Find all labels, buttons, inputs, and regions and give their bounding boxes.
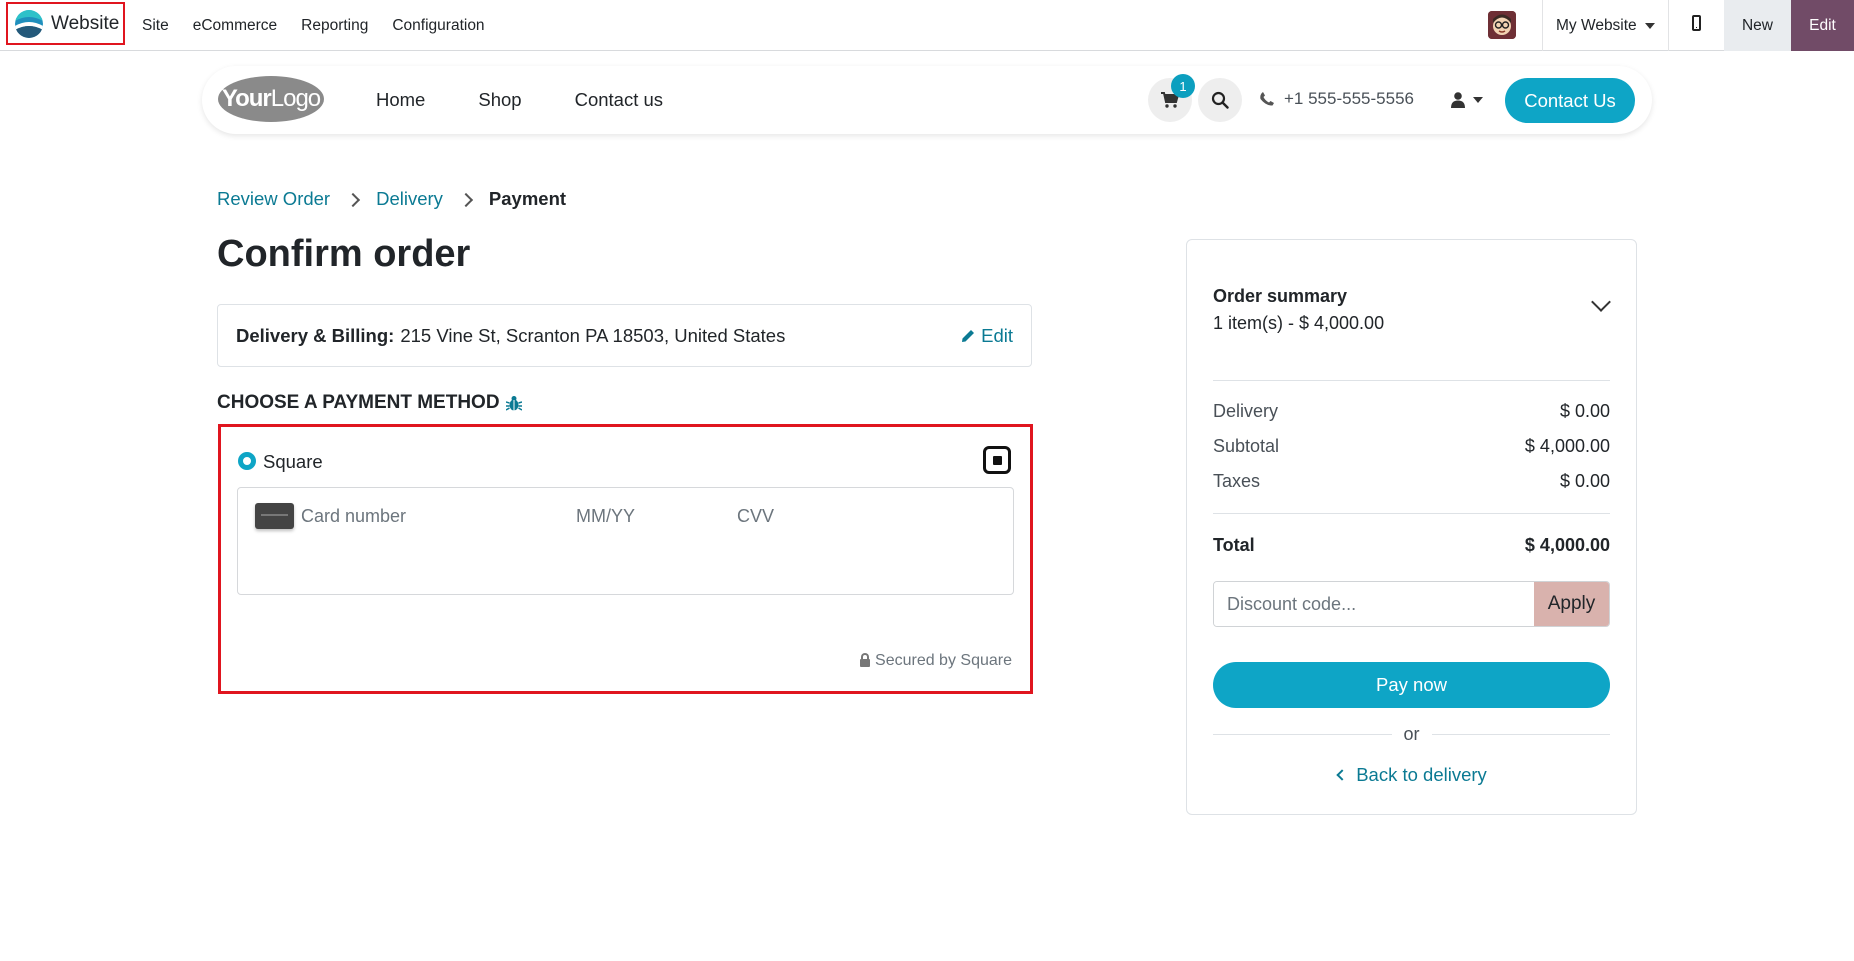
website-app-button[interactable]: Website (6, 2, 125, 45)
total-value: $ 4,000.00 (1524, 535, 1610, 555)
payment-method-name[interactable]: Square (263, 451, 323, 473)
chevron-down-icon[interactable] (1591, 292, 1611, 312)
odoo-top-bar: Website Site eCommerce Reporting Configu… (0, 0, 1854, 51)
or-text: or (1403, 724, 1420, 744)
back-to-delivery-label: Back to delivery (1356, 764, 1487, 785)
website-selector[interactable]: My Website (1556, 0, 1655, 51)
payment-method-title: CHOOSE A PAYMENT METHOD (217, 392, 522, 414)
pencil-icon (962, 330, 975, 342)
chevron-left-icon (1336, 769, 1348, 781)
search-button[interactable] (1198, 78, 1242, 122)
delivery-value: $ 0.00 (1559, 401, 1610, 421)
new-button[interactable]: New (1724, 0, 1791, 51)
mobile-preview-icon[interactable] (1692, 15, 1701, 31)
divider (1542, 0, 1543, 51)
subtotal-row: Subtotal $ 4,000.00 (1213, 436, 1610, 457)
checkout-breadcrumb: Review Order Delivery Payment (217, 188, 566, 210)
payment-method-box: Square Secured by Square (218, 424, 1033, 694)
taxes-value: $ 0.00 (1559, 471, 1610, 491)
discount-group: Apply (1213, 581, 1610, 627)
or-divider: or (1213, 724, 1611, 745)
order-summary-items: 1 item(s) - $ 4,000.00 (1213, 313, 1385, 333)
website-selector-label: My Website (1556, 16, 1637, 34)
expiry-input[interactable] (576, 503, 716, 529)
delivery-billing-box: Delivery & Billing: 215 Vine St, Scranto… (217, 304, 1032, 367)
back-to-delivery-link[interactable]: Back to delivery (1187, 764, 1638, 786)
user-icon (1451, 92, 1465, 108)
subtotal-value: $ 4,000.00 (1524, 436, 1610, 456)
logo-text-bold: Your (221, 85, 272, 112)
lock-icon (860, 653, 871, 667)
website-app-icon (15, 9, 43, 38)
payment-method-heading: CHOOSE A PAYMENT METHOD (217, 392, 500, 413)
taxes-row: Taxes $ 0.00 (1213, 471, 1610, 492)
logo-text: Logo (270, 85, 321, 112)
total-row: Total $ 4,000.00 (1213, 535, 1610, 556)
divider (1668, 0, 1669, 51)
breadcrumb-payment: Payment (488, 188, 567, 209)
address-label: Delivery & Billing: (236, 324, 395, 346)
search-icon (1211, 91, 1229, 109)
order-summary-card: Order summary 1 item(s) - $ 4,000.00 Del… (1186, 239, 1637, 815)
card-form (237, 487, 1014, 595)
delivery-label: Delivery (1213, 401, 1279, 421)
menu-ecommerce[interactable]: eCommerce (193, 17, 277, 35)
breadcrumb-delivery[interactable]: Delivery (376, 188, 443, 210)
website-header: Your Logo Home Shop Contact us (202, 66, 1652, 134)
bug-icon (505, 396, 522, 411)
chevron-right-icon (458, 192, 473, 207)
discount-code-input[interactable] (1214, 582, 1534, 626)
phone-icon (1260, 92, 1274, 106)
caret-down-icon (1644, 22, 1655, 29)
main-nav: Home Shop Contact us (376, 66, 663, 134)
edit-address-link[interactable]: Edit (961, 325, 1013, 347)
taxes-label: Taxes (1213, 471, 1261, 491)
secured-note: Secured by Square (860, 652, 1012, 670)
nav-home[interactable]: Home (376, 89, 425, 111)
phone-link[interactable]: +1 555-555-5556 (1260, 89, 1414, 109)
card-number-input[interactable] (301, 503, 561, 529)
apply-button[interactable]: Apply (1534, 582, 1609, 626)
phone-number: +1 555-555-5556 (1284, 89, 1414, 108)
chevron-right-icon (346, 192, 361, 207)
credit-card-icon (255, 503, 294, 529)
nav-shop[interactable]: Shop (478, 89, 521, 111)
square-radio[interactable] (238, 452, 256, 470)
top-menu: Site eCommerce Reporting Configuration (142, 0, 485, 51)
order-summary-title: Order summary (1213, 286, 1348, 306)
total-label: Total (1213, 535, 1255, 555)
divider (1213, 380, 1610, 381)
cart-count-badge: 1 (1171, 74, 1195, 98)
breadcrumb-review-order[interactable]: Review Order (217, 188, 330, 210)
nav-contact-us[interactable]: Contact us (575, 89, 663, 111)
menu-reporting[interactable]: Reporting (301, 17, 368, 35)
user-avatar[interactable] (1488, 11, 1516, 39)
page-title: Confirm order (217, 233, 471, 275)
subtotal-label: Subtotal (1213, 436, 1280, 456)
divider (1213, 513, 1610, 514)
site-logo[interactable]: Your Logo (218, 76, 324, 122)
caret-down-icon (1473, 97, 1483, 103)
edit-button[interactable]: Edit (1791, 0, 1854, 51)
menu-configuration[interactable]: Configuration (392, 17, 484, 35)
edit-address-label: Edit (981, 325, 1013, 346)
secured-text: Secured by Square (875, 652, 1012, 669)
contact-us-button[interactable]: Contact Us (1505, 78, 1635, 123)
menu-site[interactable]: Site (142, 17, 169, 35)
square-logo-icon (983, 446, 1011, 474)
app-name: Website (51, 12, 120, 34)
delivery-row: Delivery $ 0.00 (1213, 401, 1610, 422)
address-value: 215 Vine St, Scranton PA 18503, United S… (400, 324, 786, 346)
cvv-input[interactable] (737, 503, 877, 529)
pay-now-button[interactable]: Pay now (1213, 662, 1610, 708)
user-dropdown[interactable] (1451, 92, 1483, 108)
